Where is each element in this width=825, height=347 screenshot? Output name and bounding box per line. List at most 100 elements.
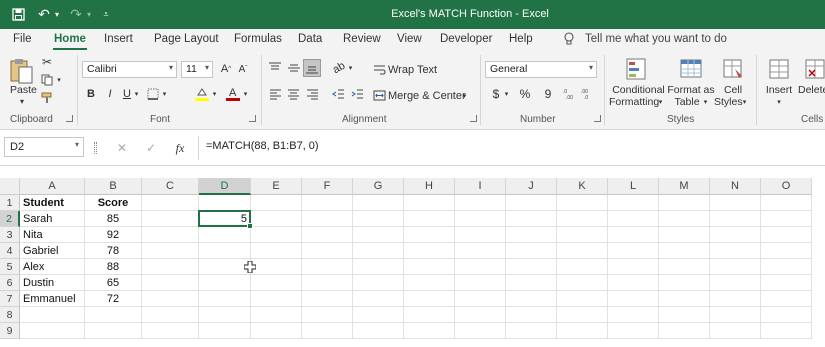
cancel-icon[interactable]: ✕ <box>114 140 130 156</box>
cell-l8[interactable] <box>608 307 659 323</box>
decrease-font-size-icon[interactable]: Aˇ <box>236 62 250 76</box>
cell-k5[interactable] <box>557 259 608 275</box>
cell-d3[interactable] <box>199 227 251 243</box>
insert-function-icon[interactable]: fx <box>172 140 188 156</box>
cell-m4[interactable] <box>659 243 710 259</box>
cut-icon[interactable]: ✂ <box>40 55 54 69</box>
cell-f7[interactable] <box>302 291 353 307</box>
tab-data[interactable]: Data <box>298 33 322 45</box>
percent-button[interactable]: % <box>518 87 532 101</box>
column-header-m[interactable]: M <box>659 178 710 195</box>
cell-styles-label-2[interactable]: Styles <box>714 96 743 108</box>
tab-review[interactable]: Review <box>343 33 381 45</box>
cell-e7[interactable] <box>251 291 302 307</box>
column-header-i[interactable]: I <box>455 178 506 195</box>
cell-m6[interactable] <box>659 275 710 291</box>
cell-b2[interactable]: 85 <box>85 211 142 227</box>
cell-d7[interactable] <box>199 291 251 307</box>
cell-g8[interactable] <box>353 307 404 323</box>
cell-b5[interactable]: 88 <box>85 259 142 275</box>
cell-i6[interactable] <box>455 275 506 291</box>
number-format-select[interactable]: General ▾ <box>485 61 597 78</box>
cell-f6[interactable] <box>302 275 353 291</box>
cell-m8[interactable] <box>659 307 710 323</box>
cell-styles-icon[interactable] <box>720 56 746 82</box>
cell-styles-label-1[interactable]: Cell <box>719 84 747 96</box>
tab-developer[interactable]: Developer <box>440 33 492 45</box>
delete-cells-label[interactable]: Delete <box>798 84 825 96</box>
cell-a9[interactable] <box>20 323 85 339</box>
tell-me-search[interactable]: Tell me what you want to do <box>585 33 727 45</box>
cell-a7[interactable]: Emmanuel <box>20 291 85 307</box>
comma-style-button[interactable]: 9 <box>542 87 554 101</box>
cell-j7[interactable] <box>506 291 557 307</box>
insert-cells-dropdown-icon[interactable]: ▾ <box>775 97 783 107</box>
row-header-5[interactable]: 5 <box>0 259 20 275</box>
format-as-table-label-2[interactable]: Table <box>670 96 704 108</box>
cell-c5[interactable] <box>142 259 199 275</box>
align-center-icon[interactable] <box>285 86 301 102</box>
cell-l1[interactable] <box>608 195 659 211</box>
cell-b4[interactable]: 78 <box>85 243 142 259</box>
increase-indent-icon[interactable] <box>349 86 365 102</box>
cell-g1[interactable] <box>353 195 404 211</box>
column-header-j[interactable]: J <box>506 178 557 195</box>
cell-g3[interactable] <box>353 227 404 243</box>
cell-i3[interactable] <box>455 227 506 243</box>
cell-f2[interactable] <box>302 211 353 227</box>
cell-h2[interactable] <box>404 211 455 227</box>
font-color-dropdown-icon[interactable]: ▾ <box>242 89 249 99</box>
cell-h7[interactable] <box>404 291 455 307</box>
italic-button[interactable]: I <box>103 87 117 101</box>
formula-input[interactable]: =MATCH(88, B1:B7, 0) <box>206 140 319 152</box>
clipboard-launcher-icon[interactable] <box>66 115 73 122</box>
cell-j6[interactable] <box>506 275 557 291</box>
conditional-formatting-icon[interactable] <box>624 56 650 82</box>
cell-n6[interactable] <box>710 275 761 291</box>
cell-d8[interactable] <box>199 307 251 323</box>
copy-dropdown-icon[interactable]: ▾ <box>55 75 63 85</box>
column-header-e[interactable]: E <box>251 178 302 195</box>
cell-i7[interactable] <box>455 291 506 307</box>
cell-i5[interactable] <box>455 259 506 275</box>
cell-i2[interactable] <box>455 211 506 227</box>
cell-a2[interactable]: Sarah <box>20 211 85 227</box>
cell-a1[interactable]: Student <box>20 195 85 211</box>
cell-a4[interactable]: Gabriel <box>20 243 85 259</box>
decrease-decimal-icon[interactable]: .00.0 <box>580 87 594 101</box>
tab-file[interactable]: File <box>13 33 32 45</box>
cell-g9[interactable] <box>353 323 404 339</box>
underline-dropdown-icon[interactable]: ▾ <box>133 89 140 99</box>
cell-g7[interactable] <box>353 291 404 307</box>
cell-o2[interactable] <box>761 211 812 227</box>
column-header-g[interactable]: G <box>353 178 404 195</box>
cell-b6[interactable]: 65 <box>85 275 142 291</box>
cell-h5[interactable] <box>404 259 455 275</box>
cell-b3[interactable]: 92 <box>85 227 142 243</box>
align-right-icon[interactable] <box>304 86 320 102</box>
cell-styles-dropdown-icon[interactable]: ▾ <box>741 97 748 107</box>
name-box[interactable]: D2 ▾ <box>4 137 84 157</box>
cell-a8[interactable] <box>20 307 85 323</box>
tab-formulas[interactable]: Formulas <box>234 33 282 45</box>
cell-m2[interactable] <box>659 211 710 227</box>
cell-d9[interactable] <box>199 323 251 339</box>
row-header-6[interactable]: 6 <box>0 275 20 291</box>
cell-n2[interactable] <box>710 211 761 227</box>
cell-o6[interactable] <box>761 275 812 291</box>
cell-g2[interactable] <box>353 211 404 227</box>
cell-b7[interactable]: 72 <box>85 291 142 307</box>
cell-e8[interactable] <box>251 307 302 323</box>
cell-e3[interactable] <box>251 227 302 243</box>
cell-h9[interactable] <box>404 323 455 339</box>
increase-decimal-icon[interactable]: .0.00 <box>562 87 576 101</box>
conditional-formatting-label-1[interactable]: Conditional <box>611 84 666 96</box>
cell-d6[interactable] <box>199 275 251 291</box>
cell-o1[interactable] <box>761 195 812 211</box>
cell-k2[interactable] <box>557 211 608 227</box>
cell-c7[interactable] <box>142 291 199 307</box>
cell-c1[interactable] <box>142 195 199 211</box>
cell-c6[interactable] <box>142 275 199 291</box>
paste-icon[interactable] <box>8 57 36 85</box>
copy-icon[interactable] <box>40 73 54 87</box>
